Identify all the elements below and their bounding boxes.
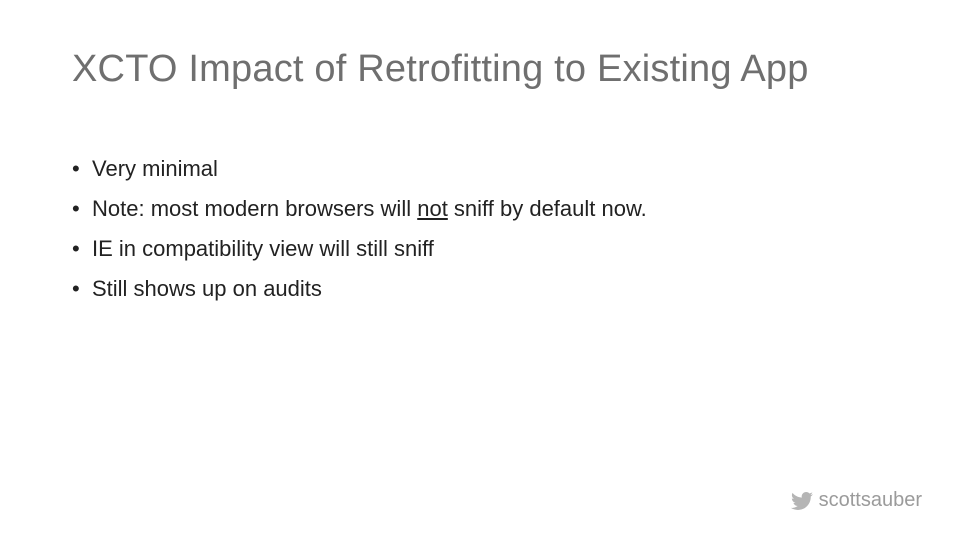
- twitter-icon: [791, 490, 813, 512]
- bullet-item: IE in compatibility view will still snif…: [72, 232, 900, 265]
- bullet-text: Still shows up on audits: [92, 276, 322, 301]
- footer: scottsauber: [791, 489, 922, 512]
- slide-title: XCTO Impact of Retrofitting to Existing …: [72, 48, 809, 91]
- bullet-text: Very minimal: [92, 156, 218, 181]
- footer-handle: scottsauber: [819, 489, 922, 512]
- bullet-list: Very minimal Note: most modern browsers …: [72, 152, 900, 312]
- bullet-text-emphasis: not: [417, 196, 448, 221]
- bullet-item: Very minimal: [72, 152, 900, 185]
- bullet-item: Note: most modern browsers will not snif…: [72, 192, 900, 225]
- bullet-item: Still shows up on audits: [72, 272, 900, 305]
- bullet-text: IE in compatibility view will still snif…: [92, 236, 434, 261]
- bullet-text: sniff by default now.: [448, 196, 647, 221]
- bullet-text: Note: most modern browsers will: [92, 196, 417, 221]
- slide: XCTO Impact of Retrofitting to Existing …: [0, 0, 960, 540]
